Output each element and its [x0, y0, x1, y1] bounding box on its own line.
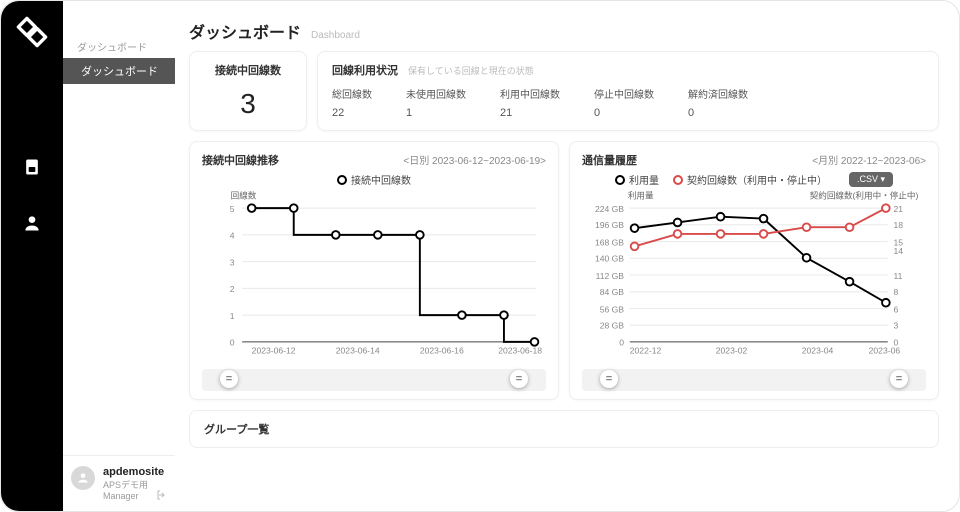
nav-rail: [1, 1, 63, 511]
card-groups: グループ一覧: [189, 410, 939, 448]
brush-handle-right[interactable]: =: [510, 370, 528, 388]
svg-text:0: 0: [619, 338, 624, 348]
app-logo-icon: [15, 15, 49, 49]
csv-export-button[interactable]: .CSV ▾: [849, 172, 893, 187]
groups-label: グループ一覧: [204, 424, 269, 436]
svg-text:84 GB: 84 GB: [600, 287, 625, 297]
svg-text:2022-12: 2022-12: [630, 345, 662, 355]
svg-text:18: 18: [893, 220, 903, 230]
chart1-range: <日別 2023-06-12~2023-06-19>: [403, 152, 546, 167]
svg-text:2023-04: 2023-04: [802, 345, 834, 355]
chart2-brush[interactable]: ==: [582, 369, 926, 391]
svg-text:14: 14: [893, 246, 903, 256]
chart1-brush[interactable]: ==: [202, 369, 546, 391]
connected-value: 3: [204, 88, 292, 120]
sidebar-item-dashboard[interactable]: ダッシュボード: [63, 58, 175, 84]
stat-canceled-value: 0: [688, 107, 748, 119]
svg-text:5: 5: [230, 204, 235, 214]
svg-text:2: 2: [230, 284, 235, 294]
chart2-plot: 利用量 契約回線数(利用中・停止中) 224 GB196 GB168 GB140…: [582, 189, 926, 365]
svg-text:8: 8: [893, 287, 898, 297]
svg-text:2023-06-12: 2023-06-12: [252, 345, 296, 355]
svg-text:3: 3: [893, 321, 898, 331]
stat-stopped-value: 0: [594, 107, 654, 119]
brush-handle-right[interactable]: =: [890, 370, 908, 388]
stat-inuse-label: 利用中回線数: [500, 86, 560, 101]
card-connection-trend: 接続中回線推移 <日別 2023-06-12~2023-06-19> 接続中回線…: [189, 141, 559, 400]
chart1-legend: 接続中回線数: [337, 172, 411, 187]
connected-label: 接続中回線数: [204, 62, 292, 78]
svg-text:回線数: 回線数: [231, 190, 257, 201]
stat-total-value: 22: [332, 107, 372, 119]
usage-sub: 保有している回線と現在の状態: [408, 64, 534, 77]
svg-text:2023-06-18: 2023-06-18: [498, 345, 542, 355]
logout-icon[interactable]: [155, 489, 167, 501]
chart2-title: 通信量履歴: [582, 152, 637, 168]
user-icon[interactable]: [22, 213, 42, 233]
svg-text:21: 21: [893, 204, 903, 214]
svg-text:1: 1: [230, 311, 235, 321]
chart1-title: 接続中回線推移: [202, 152, 279, 168]
user-name: apdemosite: [103, 466, 164, 478]
svg-text:112 GB: 112 GB: [596, 271, 625, 281]
usage-label: 回線利用状況: [332, 62, 398, 78]
svg-text:2023-02: 2023-02: [716, 345, 748, 355]
svg-text:140 GB: 140 GB: [595, 254, 624, 264]
card-connected-count: 接続中回線数 3: [189, 51, 307, 131]
svg-text:196 GB: 196 GB: [595, 220, 624, 230]
page-title: ダッシュボード: [189, 19, 301, 43]
main-content: ダッシュボード Dashboard 接続中回線数 3 回線利用状況 保有している…: [175, 1, 959, 511]
breadcrumb: ダッシュボード: [63, 35, 175, 58]
avatar: [71, 466, 95, 490]
svg-text:0: 0: [230, 338, 235, 348]
stat-unused-label: 未使用回線数: [406, 86, 466, 101]
svg-text:2023-06: 2023-06: [869, 345, 901, 355]
brush-handle-left[interactable]: =: [600, 370, 618, 388]
stat-unused-value: 1: [406, 107, 466, 119]
stat-inuse-value: 21: [500, 107, 560, 119]
chart2-range: <月別 2022-12~2023-06>: [812, 152, 926, 167]
svg-text:4: 4: [230, 231, 235, 241]
svg-text:2023-06-16: 2023-06-16: [420, 345, 464, 355]
sim-icon[interactable]: [22, 157, 42, 177]
brush-handle-left[interactable]: =: [220, 370, 238, 388]
svg-text:2023-06-14: 2023-06-14: [336, 345, 380, 355]
chart2-legend-b: 契約回線数（利用中・停止中）: [673, 172, 827, 187]
chart2-legend-a: 利用量: [615, 172, 659, 187]
svg-text:224 GB: 224 GB: [595, 204, 624, 214]
sidebar: ダッシュボード ダッシュボード apdemosite APSデモ用 Manage…: [63, 1, 175, 511]
svg-text:56 GB: 56 GB: [600, 304, 625, 314]
svg-text:契約回線数(利用中・停止中): 契約回線数(利用中・停止中): [810, 190, 919, 201]
svg-text:3: 3: [230, 257, 235, 267]
svg-text:利用量: 利用量: [628, 190, 654, 201]
card-traffic-history: 通信量履歴 <月別 2022-12~2023-06> 利用量 契約回線数（利用中…: [569, 141, 939, 400]
stat-stopped-label: 停止中回線数: [594, 86, 654, 101]
svg-text:11: 11: [893, 271, 902, 281]
card-usage-stats: 回線利用状況 保有している回線と現在の状態 総回線数 22 未使用回線数 1 利用中…: [317, 51, 939, 131]
stat-total-label: 総回線数: [332, 86, 372, 101]
stat-canceled-label: 解約済回線数: [688, 86, 748, 101]
svg-text:6: 6: [893, 304, 898, 314]
svg-text:168 GB: 168 GB: [595, 237, 624, 247]
user-panel: apdemosite APSデモ用 Manager: [63, 455, 175, 511]
svg-text:28 GB: 28 GB: [600, 321, 625, 331]
page-subtitle: Dashboard: [311, 30, 360, 41]
chart1-plot: 回線数 5 4 3 2 1 0 2023-06-12 2023-06-14 2023-06-1…: [202, 189, 546, 365]
